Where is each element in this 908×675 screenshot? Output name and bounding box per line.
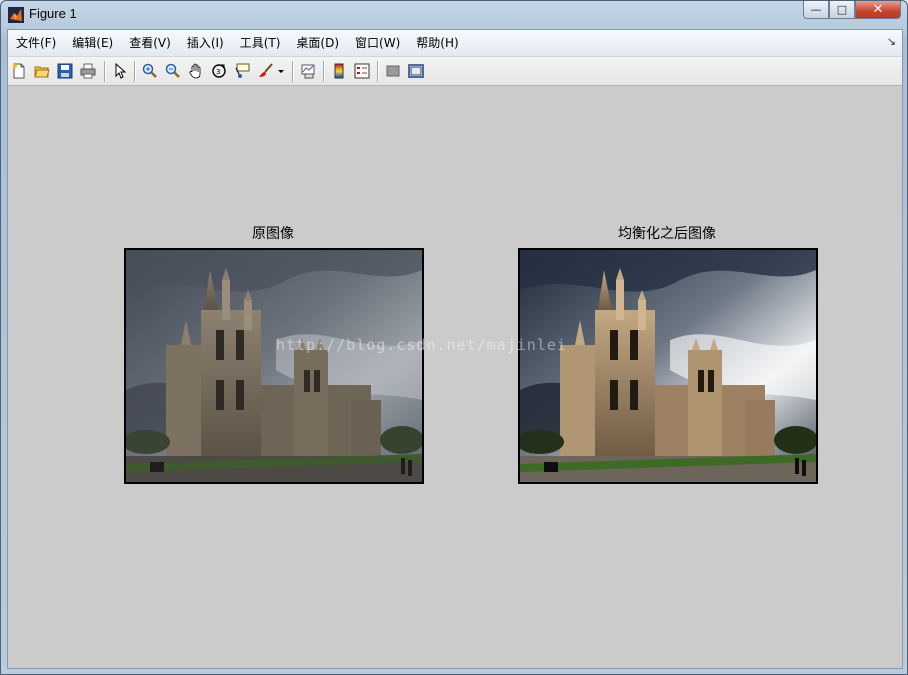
menu-help[interactable]: 帮助(H) xyxy=(408,30,466,56)
save-icon[interactable] xyxy=(55,61,75,81)
axes-title-equalized: 均衡化之后图像 xyxy=(618,226,716,242)
menu-edit[interactable]: 编辑(E) xyxy=(64,30,121,56)
brush-dropdown-icon[interactable] xyxy=(276,61,286,81)
data-cursor-icon[interactable] xyxy=(232,61,252,81)
original-image[interactable] xyxy=(124,248,424,484)
link-plot-icon[interactable] xyxy=(298,61,318,81)
menu-insert[interactable]: 插入(I) xyxy=(179,30,232,56)
menu-overflow-icon[interactable]: ↘ xyxy=(887,35,896,48)
open-file-icon[interactable] xyxy=(32,61,52,81)
figure-client-area: 文件(F) 编辑(E) 查看(V) 插入(I) 工具(T) 桌面(D) 窗口(W… xyxy=(7,29,903,669)
new-figure-icon[interactable] xyxy=(9,61,29,81)
print-icon[interactable] xyxy=(78,61,98,81)
matlab-app-icon xyxy=(8,7,24,23)
close-button[interactable]: ✕ xyxy=(855,1,901,19)
close-icon: ✕ xyxy=(872,2,884,17)
toolbar-separator xyxy=(377,61,379,82)
insert-colorbar-icon[interactable] xyxy=(329,61,349,81)
brush-icon[interactable] xyxy=(256,61,276,81)
menu-tools[interactable]: 工具(T) xyxy=(232,30,289,56)
insert-legend-icon[interactable] xyxy=(352,61,372,81)
menu-desktop[interactable]: 桌面(D) xyxy=(288,30,347,56)
hide-plot-tools-icon[interactable] xyxy=(383,61,403,81)
maximize-button[interactable]: □ xyxy=(829,1,855,19)
show-plot-tools-icon[interactable] xyxy=(406,61,426,81)
toolbar-separator xyxy=(323,61,325,82)
figure-window: Figure 1 — □ ✕ 文件(F) 编辑(E) 查看(V) 插入(I) 工… xyxy=(0,0,908,675)
svg-text:3: 3 xyxy=(216,68,220,76)
toolbar-separator xyxy=(292,61,294,82)
toolbar-separator xyxy=(104,61,106,82)
maximize-icon: □ xyxy=(836,3,848,16)
axes-title-original: 原图像 xyxy=(252,226,294,242)
cathedral-original-photo xyxy=(126,250,422,482)
equalized-image[interactable] xyxy=(518,248,818,484)
zoom-in-icon[interactable] xyxy=(140,61,160,81)
figure-toolbar: 3 xyxy=(8,57,902,86)
zoom-out-icon[interactable] xyxy=(163,61,183,81)
menu-window[interactable]: 窗口(W) xyxy=(347,30,408,56)
pan-hand-icon[interactable] xyxy=(186,61,206,81)
menu-file[interactable]: 文件(F) xyxy=(8,30,64,56)
edit-plot-arrow-icon[interactable] xyxy=(110,61,130,81)
menu-bar: 文件(F) 编辑(E) 查看(V) 插入(I) 工具(T) 桌面(D) 窗口(W… xyxy=(8,30,902,57)
minimize-button[interactable]: — xyxy=(803,1,829,19)
menu-view[interactable]: 查看(V) xyxy=(121,30,179,56)
toolbar-separator xyxy=(134,61,136,82)
minimize-icon: — xyxy=(810,3,822,16)
rotate-3d-icon[interactable]: 3 xyxy=(209,61,229,81)
title-bar[interactable]: Figure 1 — □ ✕ xyxy=(1,1,907,28)
window-title: Figure 1 xyxy=(29,6,77,21)
cathedral-equalized-photo xyxy=(520,250,816,482)
